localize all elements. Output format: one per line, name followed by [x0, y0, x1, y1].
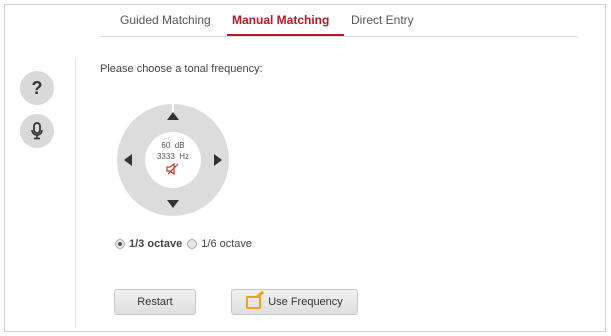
help-button[interactable]: ?	[20, 71, 54, 105]
tab-direct-entry[interactable]: Direct Entry	[351, 13, 414, 27]
radio-sixth-octave[interactable]	[187, 239, 198, 250]
speaker-muted-icon[interactable]	[166, 162, 180, 176]
wheel-center-display: 60 dB 3333 Hz	[145, 132, 201, 188]
sixth-octave-label: 1/6 octave	[201, 238, 253, 251]
divider	[75, 58, 76, 328]
frequency-down-arrow-icon[interactable]	[124, 154, 132, 166]
level-unit: dB	[174, 141, 185, 150]
microphone-button[interactable]	[20, 114, 54, 148]
active-tab-indicator	[227, 34, 344, 36]
frequency-readout: 3333 Hz	[145, 152, 201, 161]
microphone-icon	[31, 122, 43, 140]
tab-bar: Guided Matching Manual Matching Direct E…	[100, 10, 578, 37]
app-frame	[4, 4, 606, 332]
frequency-prompt: Please choose a tonal frequency:	[100, 63, 263, 75]
radio-third-octave[interactable]	[115, 239, 125, 250]
tab-manual-matching[interactable]: Manual Matching	[232, 13, 329, 27]
third-octave-label: 1/3 octave	[129, 238, 183, 251]
octave-options: 1/3 octave 1/6 octave	[115, 238, 254, 252]
use-frequency-button[interactable]: Use Frequency	[231, 289, 358, 315]
tab-guided-matching[interactable]: Guided Matching	[120, 13, 211, 27]
restart-button[interactable]: Restart	[114, 289, 196, 315]
restart-label: Restart	[137, 296, 173, 308]
frequency-wheel: 60 dB 3333 Hz	[117, 102, 229, 216]
frequency-unit: Hz	[179, 152, 190, 161]
frequency-up-arrow-icon[interactable]	[214, 154, 222, 166]
level-down-arrow-icon[interactable]	[167, 200, 179, 208]
level-readout: 60 dB	[145, 141, 201, 150]
level-value: 60	[161, 141, 171, 150]
frequency-value: 3333	[156, 152, 175, 161]
level-up-arrow-icon[interactable]	[167, 112, 179, 120]
use-frequency-label: Use Frequency	[268, 296, 343, 308]
help-icon: ?	[31, 77, 43, 98]
export-icon	[246, 295, 262, 309]
